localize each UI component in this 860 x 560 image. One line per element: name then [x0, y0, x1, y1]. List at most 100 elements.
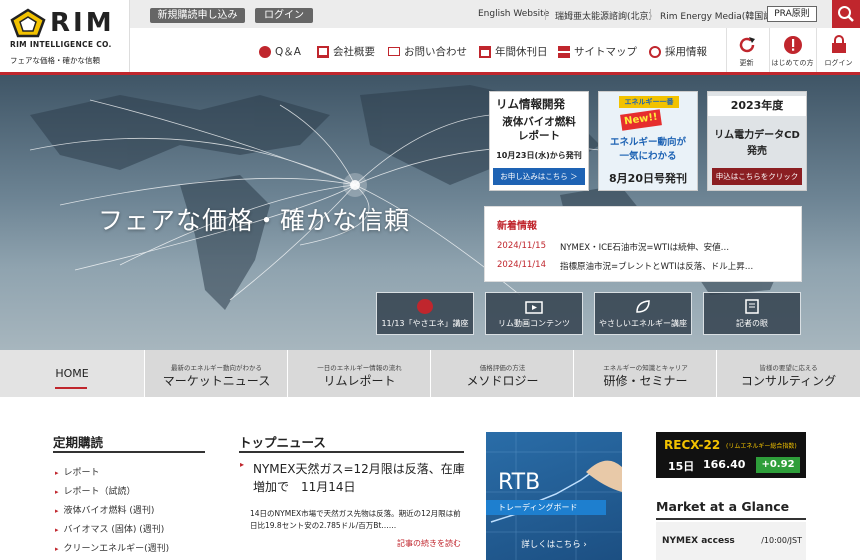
- reporters-eye-button[interactable]: 記者の眼: [703, 292, 801, 335]
- promo-cd-cta[interactable]: 申込はこちらをクリック: [712, 168, 802, 185]
- subscription-link[interactable]: バイオマス (固体) (週刊): [55, 522, 165, 535]
- menu-main: コンサルティング: [740, 374, 837, 388]
- company-name: RIM INTELLIGENCE CO.: [10, 40, 112, 49]
- beijing-link[interactable]: 瑞姆亜太能源諮詢(北京): [555, 9, 652, 22]
- promo-energy-ichiban[interactable]: エネルギー一番 New!! エネルギー動向が 一気にわかる 8月20日号発刊: [598, 91, 698, 191]
- first-time-button[interactable]: はじめての方: [769, 28, 815, 72]
- rtb-cta[interactable]: 詳しくはこちら ›: [486, 538, 622, 550]
- menu-main: マーケットニュース: [162, 374, 271, 388]
- mail-icon: [388, 47, 400, 56]
- nav-sitemap[interactable]: サイトマップ: [558, 44, 637, 59]
- subscribe-button[interactable]: 新規購読申し込み: [150, 8, 245, 23]
- menu-sub: 皆様の要望に応える: [759, 364, 818, 372]
- hero-title: フェアな価格・確かな信頼: [98, 206, 411, 235]
- subscription-heading: 定期購読: [53, 435, 104, 450]
- news-date: 2024/11/15: [497, 241, 546, 251]
- rtb-banner[interactable]: RTB トレーディングボード 詳しくはこちら ›: [486, 432, 622, 560]
- korean-link[interactable]: Rim Energy Media(韓国語): [660, 9, 776, 22]
- english-website-link[interactable]: English Website: [478, 9, 549, 19]
- alert-icon: [784, 36, 802, 54]
- nav-label: 年間休刊日: [495, 46, 548, 58]
- recx-value: 166.40: [703, 458, 746, 471]
- news-item[interactable]: 2024/11/15 NYMEX・ICE石油市況=WTIは続伸、安値…: [497, 241, 729, 253]
- nav-qa[interactable]: Q＆A: [259, 44, 301, 59]
- news-item[interactable]: 2024/11/14 指標原油市況=ブレントとWTIは反落、ドル上昇…: [497, 260, 753, 272]
- section-divider: [53, 451, 205, 453]
- menu-rim-report[interactable]: 一日のエネルギー情報の流れ リムレポート: [287, 350, 431, 397]
- search-icon: [838, 6, 854, 22]
- easy-energy-course-button[interactable]: やさしいエネルギー講座: [594, 292, 692, 335]
- glance-item: NYMEX access: [662, 536, 735, 546]
- button-label: 記者の眼: [736, 319, 768, 328]
- news-text: 指標原油市況=ブレントとWTIは反落、ドル上昇…: [560, 262, 754, 272]
- nav-holidays[interactable]: 年間休刊日: [479, 44, 548, 59]
- nav-recruit[interactable]: 採用情報: [649, 44, 707, 59]
- login-button[interactable]: ログイン: [255, 8, 313, 23]
- glance-time: /10:00/JST: [761, 536, 802, 545]
- promo-biofuel[interactable]: リム情報開発 液体バイオ燃料 レポート 10月23日(水)から発刊 お申し込みは…: [489, 91, 589, 191]
- menu-market-news[interactable]: 最新のエネルギー動向がわかるマーケットニュース: [144, 350, 288, 397]
- section-divider: [656, 518, 806, 520]
- market-glance-heading: Market at a Glance: [656, 499, 790, 514]
- promo-cd-line1: リム電力データCD: [714, 130, 800, 141]
- hero-banner: フェアな価格・確かな信頼 リム情報開発 液体バイオ燃料 レポート 10月23日(…: [0, 75, 860, 350]
- search-button[interactable]: [832, 0, 860, 28]
- menu-seminars[interactable]: エネルギーの知識とキャリア 研修・セミナー: [573, 350, 717, 397]
- video-content-button[interactable]: リム動画コンテンツ: [485, 292, 583, 335]
- logo-mark-icon: [10, 8, 46, 38]
- logo[interactable]: RIM RIM INTELLIGENCE CO. フェアな価格・確かな信頼: [0, 0, 130, 72]
- section-divider: [239, 451, 464, 453]
- login-icon-button[interactable]: ログイン: [816, 28, 860, 72]
- top-news-heading: トップニュース: [239, 435, 326, 450]
- promo-power-data-cd[interactable]: 2023年度 リム電力データCD 発売 申込はこちらをクリック: [707, 91, 807, 191]
- menu-sub: 最新のエネルギー動向がわかる: [171, 364, 262, 372]
- button-label: 11/13「やさエネ」講座: [381, 319, 469, 328]
- subscription-link[interactable]: レポート（試読）: [55, 484, 136, 497]
- top-news-title[interactable]: NYMEX天然ガス=12月限は反落、在庫増加で 11月14日: [253, 460, 465, 496]
- recx-index-widget[interactable]: RECX-22 (リムエネルギー総合指数) 15日 166.40 +0.92: [656, 432, 806, 478]
- promo-biofuel-line1: 液体バイオ燃料: [502, 116, 576, 128]
- promo-biofuel-line2: レポート: [518, 130, 560, 142]
- promo-energy-line2: 一気にわかる: [619, 151, 677, 162]
- read-more-link[interactable]: 記事の続きを読む: [397, 538, 461, 549]
- subscription-link[interactable]: クリーンエネルギー(週刊): [55, 541, 170, 554]
- menu-main: リムレポート: [323, 374, 396, 388]
- menu-home[interactable]: HOME: [0, 350, 144, 397]
- button-label: リム動画コンテンツ: [498, 319, 570, 328]
- rtb-title: RTB: [498, 470, 541, 495]
- nav-company[interactable]: 会社概要: [317, 44, 375, 59]
- nav-label: お問い合わせ: [404, 46, 467, 58]
- leaf-icon: [636, 300, 650, 313]
- nav-contact[interactable]: お問い合わせ: [388, 44, 467, 59]
- menu-methodology[interactable]: 価格評価の方法 メソドロジー: [430, 350, 574, 397]
- login-label: ログイン: [824, 59, 853, 67]
- recx-name: RECX-22: [664, 438, 721, 452]
- building-icon: [317, 45, 329, 58]
- top-news-body: 14日のNYMEX市場で天然ガス先物は反落。期近の12月限は前日比19.8セント…: [250, 509, 461, 530]
- calendar-icon: [479, 45, 491, 58]
- promo-biofuel-head: リム情報開発: [496, 97, 565, 111]
- market-glance-row[interactable]: NYMEX access /10:00/JST: [656, 522, 806, 560]
- yasaene-seminar-button[interactable]: 11/13「やさエネ」講座: [376, 292, 474, 335]
- subscription-link[interactable]: レポート: [55, 465, 100, 478]
- category-menu: HOME 最新のエネルギー動向がわかるマーケットニュース 一日のエネルギー情報の…: [0, 350, 860, 397]
- divider: [545, 9, 546, 20]
- new-badge-icon: [417, 299, 433, 314]
- menu-consulting[interactable]: 皆様の要望に応えるコンサルティング: [716, 350, 860, 397]
- menu-main: 研修・セミナー: [603, 374, 688, 388]
- recx-change: +0.92: [756, 457, 800, 473]
- menu-sub: 価格評価の方法: [479, 364, 526, 372]
- nav-label: 会社概要: [333, 46, 375, 58]
- promo-energy-date: 8月20日号発刊: [609, 172, 687, 185]
- refresh-icon: [739, 37, 755, 53]
- subscription-link[interactable]: 液体バイオ燃料 (週刊): [55, 503, 155, 516]
- first-time-label: はじめての方: [771, 59, 814, 67]
- recx-day: 15日: [668, 460, 695, 473]
- promo-biofuel-cta[interactable]: お申し込みはこちら ＞: [493, 168, 585, 185]
- pra-principles-button[interactable]: PRA原則: [767, 6, 817, 22]
- tagline: フェアな価格・確かな信頼: [10, 56, 100, 65]
- video-icon: [525, 301, 543, 314]
- refresh-button[interactable]: 更新: [726, 28, 766, 72]
- promo-cd-line2: 発売: [747, 146, 767, 157]
- whats-new-panel: 新着情報 2024/11/15 NYMEX・ICE石油市況=WTIは続伸、安値… …: [484, 206, 802, 282]
